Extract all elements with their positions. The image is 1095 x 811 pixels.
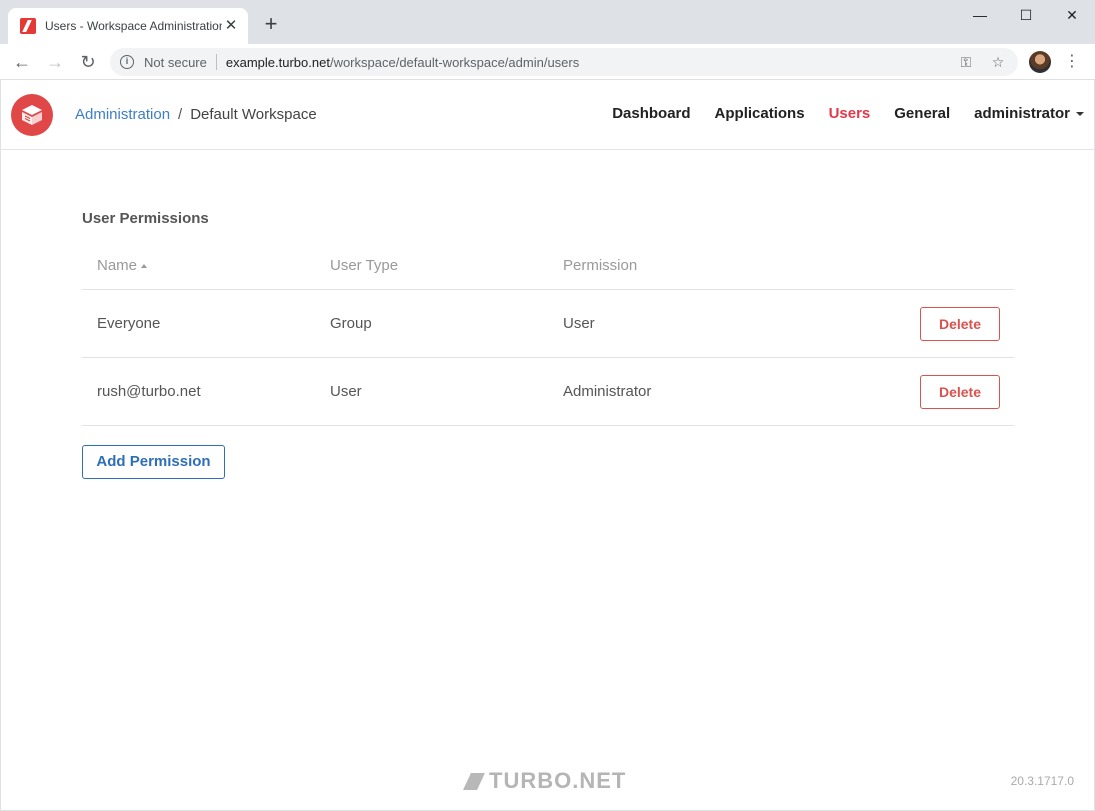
address-bar[interactable]: i Not secure example.turbo.net/workspace… <box>110 48 1018 76</box>
cell-name: Everyone <box>97 315 161 332</box>
url-host: example.turbo.net <box>225 54 330 70</box>
column-header-name[interactable]: Name <box>82 257 315 274</box>
new-tab-button[interactable]: + <box>259 12 283 36</box>
info-icon[interactable]: i <box>120 55 134 69</box>
column-header-user-type[interactable]: User Type <box>315 257 548 274</box>
key-icon[interactable]: ⚿ <box>956 54 976 71</box>
nav-general[interactable]: General <box>894 105 950 122</box>
page-content: Administration / Default Workspace Dashb… <box>1 80 1094 810</box>
add-permission-button[interactable]: Add Permission <box>82 445 225 479</box>
column-name-label: Name <box>97 257 138 274</box>
user-menu[interactable]: administrator <box>974 105 1084 122</box>
user-menu-label: administrator <box>974 105 1070 122</box>
profile-avatar[interactable] <box>1029 51 1051 73</box>
section-title: User Permissions <box>82 210 209 227</box>
footer-brand: TURBO.NET <box>489 768 627 793</box>
url-text[interactable]: example.turbo.net/workspace/default-work… <box>226 55 944 70</box>
turbo-logo-icon[interactable] <box>11 94 53 136</box>
table-header: Name User Type Permission <box>82 242 1014 290</box>
back-button[interactable]: ← <box>8 48 36 76</box>
browser-menu-icon[interactable]: ⋮ <box>1062 48 1082 76</box>
browser-tab[interactable]: Users - Workspace Administration ✕ <box>8 8 248 44</box>
star-icon[interactable]: ☆ <box>988 54 1008 71</box>
breadcrumb: Administration / Default Workspace <box>75 106 317 123</box>
version-label: 20.3.1717.0 <box>1010 774 1074 788</box>
minimize-button[interactable]: — <box>957 0 1003 30</box>
tab-title: Users - Workspace Administration <box>45 19 222 33</box>
forward-button[interactable]: → <box>41 48 69 76</box>
permissions-table: Name User Type Permission Everyone Group… <box>82 242 1014 426</box>
breadcrumb-current: Default Workspace <box>190 106 317 123</box>
column-header-permission[interactable]: Permission <box>548 257 781 274</box>
browser-toolbar: ← → ↻ i Not secure example.turbo.net/wor… <box>0 44 1095 80</box>
nav-dashboard[interactable]: Dashboard <box>612 105 690 122</box>
sort-ascending-icon <box>141 264 148 269</box>
security-label[interactable]: Not secure <box>144 55 207 70</box>
footer-logo: TURBO.NET <box>463 768 627 794</box>
cell-name: rush@turbo.net <box>97 383 201 400</box>
reload-button[interactable]: ↻ <box>74 48 102 76</box>
turbo-mark-icon <box>463 772 485 790</box>
tab-close-icon[interactable]: ✕ <box>222 17 240 35</box>
delete-button[interactable]: Delete <box>920 375 1000 409</box>
browser-titlebar: Users - Workspace Administration ✕ + — ☐… <box>0 0 1095 44</box>
cell-permission: Administrator <box>563 383 652 400</box>
app-header: Administration / Default Workspace Dashb… <box>1 80 1094 150</box>
delete-button[interactable]: Delete <box>920 307 1000 341</box>
table-row: rush@turbo.net User Administrator Delete <box>82 358 1014 426</box>
cell-user-type: Group <box>330 315 372 332</box>
cell-user-type: User <box>330 383 362 400</box>
table-row: Everyone Group User Delete <box>82 290 1014 358</box>
cell-permission: User <box>563 315 595 332</box>
caret-down-icon <box>1076 112 1084 117</box>
top-nav: Dashboard Applications Users General adm… <box>612 105 1084 122</box>
breadcrumb-separator: / <box>178 106 183 123</box>
url-path: /workspace/default-workspace/admin/users <box>329 54 580 70</box>
omnibox-divider <box>215 54 217 70</box>
maximize-button[interactable]: ☐ <box>1003 0 1049 30</box>
turbo-favicon-icon <box>20 18 36 34</box>
nav-users[interactable]: Users <box>829 105 871 122</box>
breadcrumb-administration-link[interactable]: Administration <box>75 106 170 123</box>
close-window-button[interactable]: ✕ <box>1049 0 1095 30</box>
nav-applications[interactable]: Applications <box>715 105 805 122</box>
